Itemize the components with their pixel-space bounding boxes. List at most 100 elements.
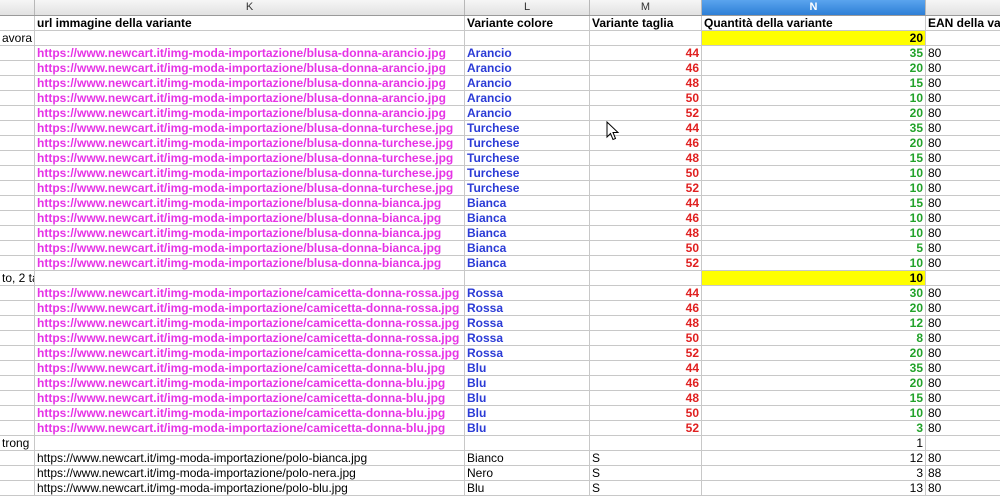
cell-m[interactable]: S (590, 451, 702, 466)
cell-k[interactable]: https://www.newcart.it/img-moda-importaz… (35, 196, 465, 211)
cell-m[interactable]: 50 (590, 406, 702, 421)
cell-l[interactable]: Bianca (465, 241, 590, 256)
cell-m[interactable]: S (590, 466, 702, 481)
cell-k[interactable]: https://www.newcart.it/img-moda-importaz… (35, 106, 465, 121)
cell-n[interactable]: 10 (702, 226, 926, 241)
cell-j[interactable] (0, 151, 35, 166)
cell-n[interactable]: 20 (702, 31, 926, 46)
cell-j[interactable] (0, 466, 35, 481)
cell-o[interactable]: 88 (926, 466, 1000, 481)
cell-o[interactable]: 80 (926, 391, 1000, 406)
cell-k[interactable]: https://www.newcart.it/img-moda-importaz… (35, 376, 465, 391)
cell-k[interactable]: https://www.newcart.it/img-moda-importaz… (35, 316, 465, 331)
column-header-m[interactable]: M (590, 0, 702, 15)
cell-j[interactable] (0, 121, 35, 136)
cell-k[interactable]: https://www.newcart.it/img-moda-importaz… (35, 451, 465, 466)
cell-l[interactable]: Blu (465, 481, 590, 496)
cell-j[interactable] (0, 421, 35, 436)
cell-k[interactable]: https://www.newcart.it/img-moda-importaz… (35, 121, 465, 136)
cell-m[interactable]: 50 (590, 331, 702, 346)
cell-n[interactable]: 30 (702, 286, 926, 301)
cell-m[interactable]: 44 (590, 286, 702, 301)
cell-m[interactable] (590, 271, 702, 286)
cell-m[interactable] (590, 31, 702, 46)
cell-o[interactable]: 80 (926, 406, 1000, 421)
cell-m[interactable]: 50 (590, 241, 702, 256)
cell-m[interactable]: 44 (590, 46, 702, 61)
cell-l[interactable]: Turchese (465, 121, 590, 136)
cell-l[interactable] (465, 31, 590, 46)
cell-m[interactable]: 52 (590, 421, 702, 436)
cell-l[interactable]: Bianca (465, 196, 590, 211)
cell-o[interactable]: 80 (926, 241, 1000, 256)
cell-k[interactable]: https://www.newcart.it/img-moda-importaz… (35, 481, 465, 496)
cell-n[interactable]: 10 (702, 211, 926, 226)
cell-j[interactable]: to, 2 ta (0, 271, 35, 286)
cell-n[interactable]: 15 (702, 391, 926, 406)
cell-m[interactable]: 44 (590, 361, 702, 376)
cell-j[interactable] (0, 166, 35, 181)
cell-k[interactable]: https://www.newcart.it/img-moda-importaz… (35, 91, 465, 106)
cell-n[interactable]: 10 (702, 91, 926, 106)
cell-m[interactable]: 50 (590, 91, 702, 106)
cell-j[interactable] (0, 286, 35, 301)
cell-m[interactable]: 52 (590, 256, 702, 271)
cell-o[interactable] (926, 31, 1000, 46)
cell-j[interactable] (0, 361, 35, 376)
cell-l[interactable]: Variante colore (465, 16, 590, 31)
cell-l[interactable]: Bianca (465, 256, 590, 271)
cell-k[interactable]: https://www.newcart.it/img-moda-importaz… (35, 241, 465, 256)
cell-j[interactable] (0, 91, 35, 106)
cell-j[interactable] (0, 136, 35, 151)
cell-l[interactable] (465, 436, 590, 451)
cell-j[interactable] (0, 376, 35, 391)
cell-j[interactable] (0, 406, 35, 421)
cell-n[interactable]: 10 (702, 181, 926, 196)
cell-m[interactable]: 50 (590, 166, 702, 181)
cell-n[interactable]: 20 (702, 61, 926, 76)
cell-k[interactable]: https://www.newcart.it/img-moda-importaz… (35, 466, 465, 481)
cell-n[interactable]: 10 (702, 271, 926, 286)
cell-k[interactable]: url immagine della variante (35, 16, 465, 31)
cell-l[interactable]: Nero (465, 466, 590, 481)
cell-j[interactable] (0, 481, 35, 496)
cell-n[interactable]: 5 (702, 241, 926, 256)
cell-k[interactable]: https://www.newcart.it/img-moda-importaz… (35, 346, 465, 361)
cell-m[interactable]: 48 (590, 226, 702, 241)
cell-m[interactable]: Variante taglia (590, 16, 702, 31)
cell-o[interactable] (926, 271, 1000, 286)
cell-l[interactable]: Turchese (465, 136, 590, 151)
cell-n[interactable]: 35 (702, 361, 926, 376)
cell-n[interactable]: 35 (702, 121, 926, 136)
cell-n[interactable]: 35 (702, 46, 926, 61)
cell-o[interactable]: 80 (926, 421, 1000, 436)
cell-k[interactable]: https://www.newcart.it/img-moda-importaz… (35, 211, 465, 226)
cell-n[interactable]: 20 (702, 136, 926, 151)
cell-n[interactable]: 10 (702, 406, 926, 421)
cell-l[interactable]: Arancio (465, 76, 590, 91)
cell-m[interactable]: 46 (590, 301, 702, 316)
column-header-l[interactable]: L (465, 0, 590, 15)
cell-o[interactable]: 80 (926, 361, 1000, 376)
cell-m[interactable]: 48 (590, 151, 702, 166)
cell-m[interactable]: 52 (590, 346, 702, 361)
cell-k[interactable]: https://www.newcart.it/img-moda-importaz… (35, 166, 465, 181)
cell-o[interactable]: 80 (926, 121, 1000, 136)
cell-o[interactable]: 80 (926, 376, 1000, 391)
cell-k[interactable]: https://www.newcart.it/img-moda-importaz… (35, 256, 465, 271)
cell-o[interactable]: 80 (926, 286, 1000, 301)
cell-n[interactable]: 20 (702, 346, 926, 361)
cell-k[interactable]: https://www.newcart.it/img-moda-importaz… (35, 226, 465, 241)
cell-l[interactable]: Bianco (465, 451, 590, 466)
cell-o[interactable]: 80 (926, 61, 1000, 76)
cell-n[interactable]: 8 (702, 331, 926, 346)
cell-k[interactable]: https://www.newcart.it/img-moda-importaz… (35, 286, 465, 301)
cell-o[interactable]: 80 (926, 166, 1000, 181)
cell-n[interactable]: 20 (702, 106, 926, 121)
cell-j[interactable] (0, 16, 35, 31)
cell-m[interactable]: 48 (590, 316, 702, 331)
cell-j[interactable] (0, 451, 35, 466)
cell-m[interactable]: 46 (590, 376, 702, 391)
cell-m[interactable] (590, 436, 702, 451)
cell-m[interactable]: 46 (590, 211, 702, 226)
